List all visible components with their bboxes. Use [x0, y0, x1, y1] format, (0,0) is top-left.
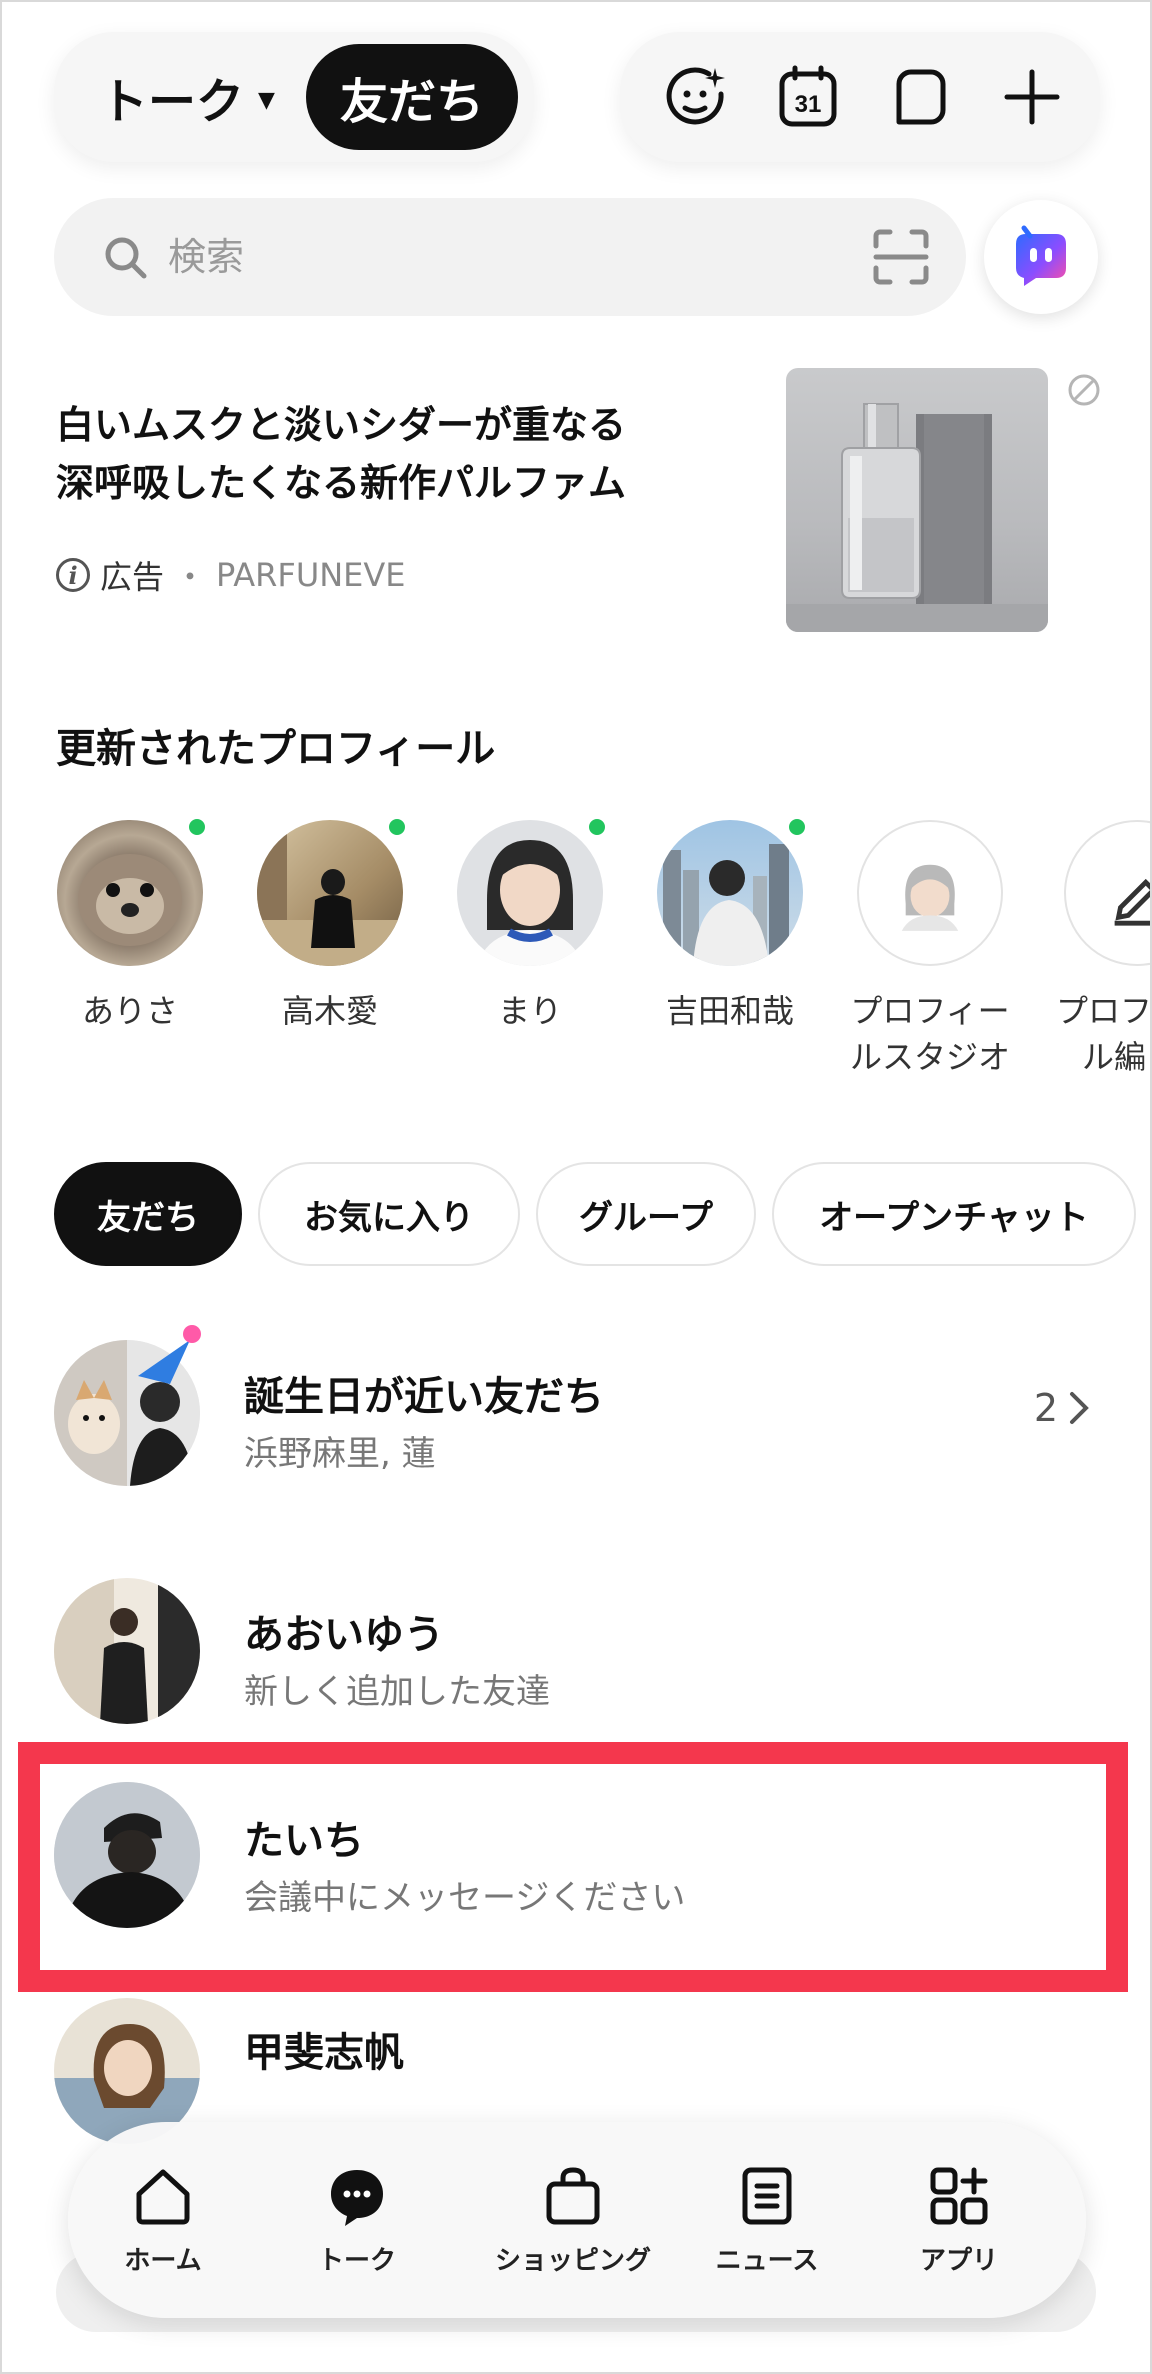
friend-row-aoiyu[interactable]: あおいゆう 新しく追加した友達	[2, 1560, 1150, 1750]
birthday-friends-row[interactable]: 誕生日が近い友だち 浜野麻里, 蓮 2	[2, 1322, 1150, 1512]
friend-row-taichi[interactable]: たいち 会議中にメッセージください	[2, 1768, 1150, 1958]
profile-name-line-2: ルスタジオ	[849, 1038, 1010, 1076]
info-icon[interactable]: i	[56, 558, 90, 592]
profile-studio[interactable]: プロフィー ルスタジオ	[840, 820, 1020, 1080]
nav-news[interactable]: ニュース	[672, 2122, 862, 2318]
profile-name-line-2: ル編	[1082, 1038, 1147, 1076]
filter-groups[interactable]: グループ	[536, 1162, 756, 1266]
party-hat-icon	[138, 1325, 201, 1384]
caret-down-icon: ▼	[258, 87, 275, 113]
filter-favorites[interactable]: お気に入り	[258, 1162, 520, 1266]
ad-title-line-2: 深呼吸したくなる新作パルファム	[56, 461, 627, 505]
friend-name: あおいゆう	[244, 1612, 444, 1658]
apps-icon	[930, 2167, 988, 2224]
chat-bubble-icon[interactable]	[880, 57, 960, 137]
profile-name: 高木愛	[281, 992, 378, 1030]
news-icon	[742, 2167, 792, 2224]
sticker-face-icon[interactable]	[656, 57, 736, 137]
ad-title[interactable]: 白いムスクと淡いシダーが重なる 深呼吸したくなる新作パルファム	[56, 396, 716, 512]
avatar	[54, 1578, 200, 1724]
profile-name-line-1: プロフ	[1056, 992, 1152, 1030]
plus-icon[interactable]	[992, 57, 1072, 137]
search-placeholder: 検索	[168, 235, 245, 279]
talk-tab[interactable]: トーク ▼	[100, 32, 275, 162]
avatar	[54, 1782, 200, 1928]
ai-bot-icon	[1016, 225, 1066, 286]
profile-story-arisa[interactable]: ありさ	[40, 816, 220, 1034]
profile-name: プロフィー ルスタジオ	[840, 988, 1020, 1080]
birthday-title: 誕生日が近い友だち	[244, 1374, 604, 1420]
header-tools: 31	[620, 32, 1100, 162]
profile-story-mari[interactable]: まり	[440, 816, 620, 1034]
online-dot	[586, 816, 608, 838]
ad-title-line-1: 白いムスクと淡いシダーが重なる	[56, 403, 627, 447]
birthday-count-value: 2	[1033, 1386, 1058, 1430]
home-icon	[136, 2169, 190, 2224]
birthday-count[interactable]: 2	[1034, 1386, 1090, 1430]
edit-pencil-icon	[1114, 878, 1150, 926]
calendar-icon[interactable]: 31	[768, 57, 848, 137]
filter-friends[interactable]: 友だち	[54, 1162, 242, 1266]
friends-tab[interactable]: 友だち	[306, 44, 518, 150]
app-screen: トーク ▼ 友だち 31 検索 白いムスクと淡いシダーが重なる 深呼吸したくなる…	[0, 0, 1152, 2374]
avatar-face-icon	[901, 864, 959, 931]
nav-talk[interactable]: トーク	[262, 2122, 486, 2318]
birthday-names: 浜野麻里, 蓮	[244, 1434, 436, 1474]
qr-scan-icon[interactable]	[872, 228, 930, 286]
online-dot	[786, 816, 808, 838]
talk-icon	[331, 2169, 383, 2226]
avatar	[657, 820, 803, 966]
nav-shopping[interactable]: ショッピング	[478, 2122, 668, 2318]
profile-story-takagi[interactable]: 高木愛	[240, 816, 420, 1034]
nav-label: ショッピング	[494, 2245, 651, 2276]
ai-assistant-button[interactable]	[984, 200, 1098, 314]
ad-separator: ・	[174, 558, 207, 596]
nav-label: アプリ	[919, 2245, 998, 2276]
profile-name: ありさ	[81, 992, 178, 1030]
profile-name: プロフ ル編	[1056, 988, 1152, 1080]
avatar	[257, 820, 403, 966]
profile-name-line-1: プロフィー	[850, 992, 1010, 1030]
hide-ad-icon[interactable]	[1066, 372, 1102, 408]
talk-friends-switch: トーク ▼ 友だち	[54, 32, 534, 162]
search-bar[interactable]: 検索	[54, 198, 966, 316]
filter-openchat[interactable]: オープンチャット	[772, 1162, 1136, 1266]
bottom-nav: ホーム トーク ショッピング ニュース アプリ	[68, 2122, 1086, 2318]
profile-edit[interactable]: プロフ ル編	[1040, 820, 1152, 1080]
avatar	[457, 820, 603, 966]
ad-meta: i 広告 ・ PARFUNEVE	[56, 550, 406, 600]
friend-status: 会議中にメッセージください	[244, 1878, 686, 1918]
avatar	[1064, 820, 1150, 966]
online-dot	[186, 816, 208, 838]
ad-label: 広告	[100, 558, 165, 596]
nav-label: トーク	[317, 2245, 396, 2276]
ad-sponsor: PARFUNEVE	[216, 556, 406, 594]
nav-label: ホーム	[124, 2245, 202, 2276]
profile-story-yoshida[interactable]: 吉田和哉	[640, 816, 820, 1034]
search-icon	[105, 237, 147, 279]
nav-label: ニュース	[715, 2245, 819, 2276]
calendar-day: 31	[795, 91, 822, 118]
avatar	[57, 820, 203, 966]
online-dot	[386, 816, 408, 838]
shopping-bag-icon	[546, 2167, 600, 2224]
friend-name: 甲斐志帆	[244, 2030, 404, 2076]
profile-name: まり	[497, 992, 562, 1030]
friend-name: たいち	[244, 1818, 364, 1864]
ad-image[interactable]	[786, 368, 1048, 632]
profile-name: 吉田和哉	[665, 992, 794, 1030]
perfume-bottle-image	[786, 403, 1048, 632]
friend-status: 新しく追加した友達	[244, 1672, 550, 1712]
updated-profiles-title: 更新されたプロフィール	[56, 726, 496, 772]
chevron-right-icon	[1070, 1392, 1089, 1424]
talk-tab-label: トーク	[100, 74, 245, 130]
nav-apps[interactable]: アプリ	[864, 2122, 1054, 2318]
nav-home[interactable]: ホーム	[68, 2122, 258, 2318]
avatar	[857, 820, 1003, 966]
